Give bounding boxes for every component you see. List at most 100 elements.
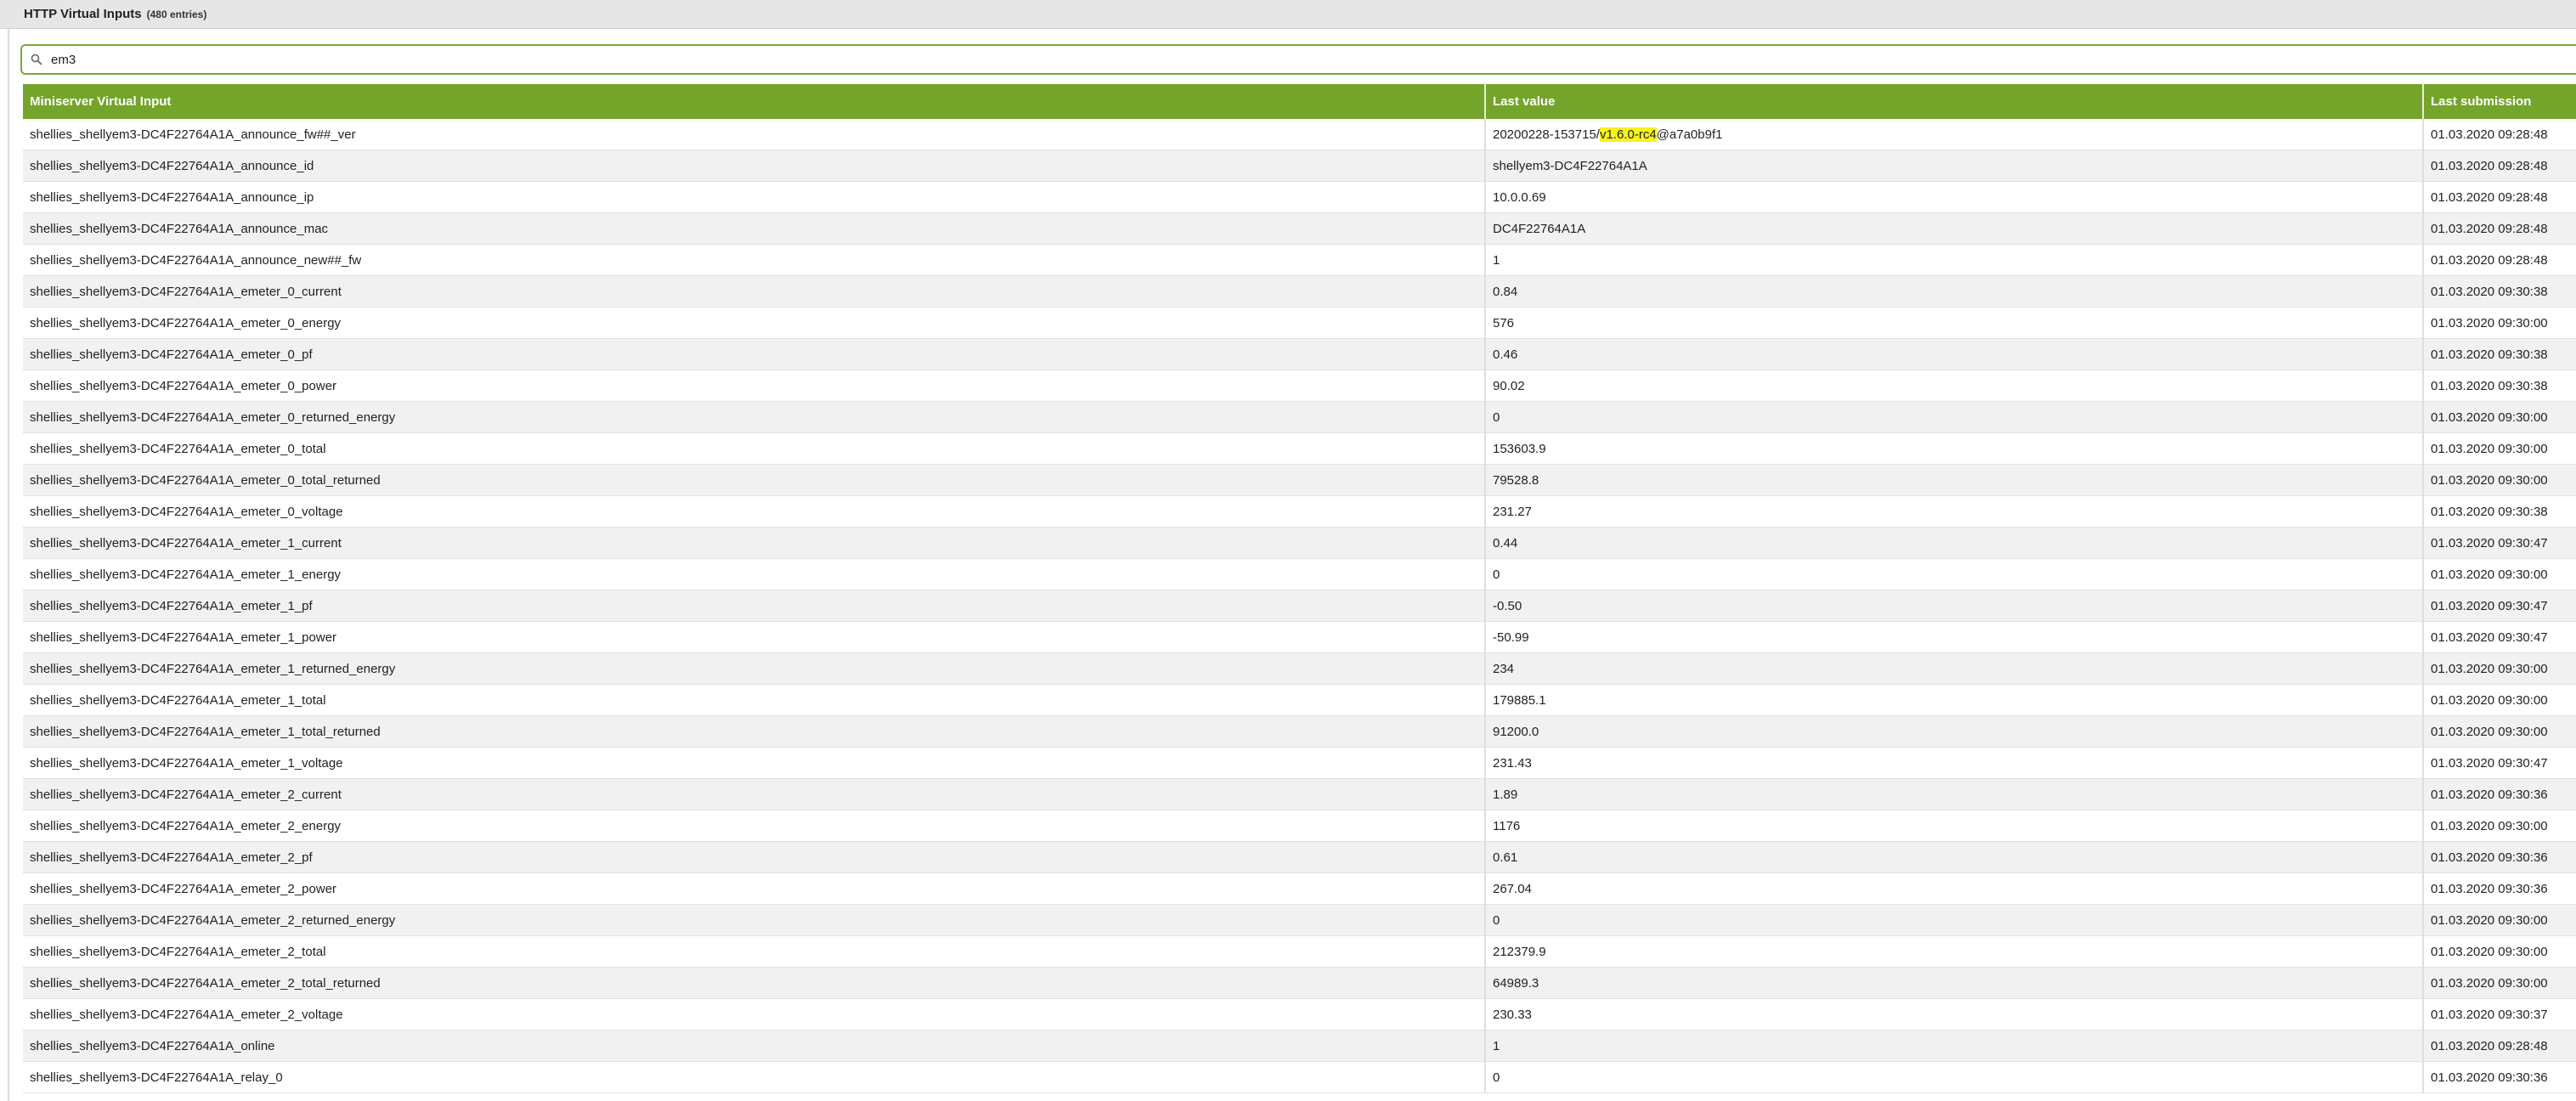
search-icon (27, 50, 46, 69)
cell-last-submission: 01.03.2020 09:28:48 (2423, 212, 2576, 245)
table-row[interactable]: shellies_shellyem3-DC4F22764A1A_emeter_1… (23, 652, 2576, 685)
table-row[interactable]: shellies_shellyem3-DC4F22764A1A_emeter_1… (23, 747, 2576, 779)
table-row[interactable]: shellies_shellyem3-DC4F22764A1A_emeter_2… (23, 778, 2576, 810)
virtual-inputs-table-container[interactable]: Miniserver Virtual Input Last value Last… (23, 84, 2576, 1101)
table-row[interactable]: shellies_shellyem3-DC4F22764A1A_emeter_2… (23, 935, 2576, 968)
cell-last-submission: 01.03.2020 09:30:00 (2423, 810, 2576, 842)
table-row[interactable]: shellies_shellyem3-DC4F22764A1A_emeter_0… (23, 338, 2576, 370)
cell-last-value: 212379.9 (1485, 935, 2424, 968)
search-match-highlight: v1.6.0-rc4 (1599, 127, 1657, 142)
table-row[interactable]: shellies_shellyem3-DC4F22764A1A_announce… (23, 181, 2576, 213)
column-header-last-submission[interactable]: Last submission (2423, 84, 2576, 119)
title-bar: HTTP Virtual Inputs (480 entries) (0, 0, 2576, 29)
cell-last-submission: 01.03.2020 09:30:36 (2423, 872, 2576, 905)
cell-virtual-input-name: shellies_shellyem3-DC4F22764A1A_emeter_0… (23, 401, 1486, 433)
cell-last-value: 79528.8 (1485, 464, 2424, 496)
cell-last-value: 231.27 (1485, 495, 2424, 528)
cell-virtual-input-name: shellies_shellyem3-DC4F22764A1A_emeter_2… (23, 841, 1486, 873)
cell-last-value: DC4F22764A1A (1485, 212, 2424, 245)
cell-last-value: 10.0.0.69 (1485, 181, 2424, 213)
cell-last-value: 231.43 (1485, 747, 2424, 779)
cell-last-value: -50.99 (1485, 621, 2424, 653)
cell-virtual-input-name: shellies_shellyem3-DC4F22764A1A_emeter_2… (23, 904, 1486, 936)
cell-virtual-input-name: shellies_shellyem3-DC4F22764A1A_emeter_1… (23, 652, 1486, 685)
column-header-virtual-input[interactable]: Miniserver Virtual Input (23, 84, 1486, 119)
cell-last-value: 91200.0 (1485, 715, 2424, 748)
table-row[interactable]: shellies_shellyem3-DC4F22764A1A_emeter_2… (23, 841, 2576, 873)
cell-virtual-input-name: shellies_shellyem3-DC4F22764A1A_online (23, 1030, 1486, 1062)
table-row[interactable]: shellies_shellyem3-DC4F22764A1A_announce… (23, 212, 2576, 245)
cell-last-value: 234 (1485, 652, 2424, 685)
cell-virtual-input-name: shellies_shellyem3-DC4F22764A1A_emeter_2… (23, 935, 1486, 968)
table-row[interactable]: shellies_shellyem3-DC4F22764A1A_emeter_0… (23, 307, 2576, 339)
column-header-last-value[interactable]: Last value (1485, 84, 2424, 119)
cell-last-value: 0.61 (1485, 841, 2424, 873)
search-input[interactable] (51, 52, 2515, 67)
cell-virtual-input-name: shellies_shellyem3-DC4F22764A1A_emeter_0… (23, 307, 1486, 339)
cell-last-submission: 01.03.2020 09:30:00 (2423, 652, 2576, 685)
cell-virtual-input-name: shellies_shellyem3-DC4F22764A1A_emeter_2… (23, 810, 1486, 842)
cell-last-value: 0 (1485, 904, 2424, 936)
cell-virtual-input-name: shellies_shellyem3-DC4F22764A1A_announce… (23, 119, 1486, 150)
cell-last-submission: 01.03.2020 09:30:36 (2423, 778, 2576, 810)
table-row[interactable]: shellies_shellyem3-DC4F22764A1A_emeter_0… (23, 401, 2576, 433)
table-row[interactable]: shellies_shellyem3-DC4F22764A1A_emeter_0… (23, 275, 2576, 308)
cell-virtual-input-name: shellies_shellyem3-DC4F22764A1A_emeter_1… (23, 621, 1486, 653)
table-row[interactable]: shellies_shellyem3-DC4F22764A1A_emeter_2… (23, 810, 2576, 842)
entry-count: (480 entries) (146, 8, 207, 20)
cell-last-value: 1.89 (1485, 778, 2424, 810)
cell-last-value: 0.84 (1485, 275, 2424, 308)
cell-virtual-input-name: shellies_shellyem3-DC4F22764A1A_announce… (23, 150, 1486, 182)
cell-virtual-input-name: shellies_shellyem3-DC4F22764A1A_announce… (23, 244, 1486, 276)
table-row[interactable]: shellies_shellyem3-DC4F22764A1A_emeter_1… (23, 715, 2576, 748)
cell-last-value: shellyem3-DC4F22764A1A (1485, 150, 2424, 182)
table-row[interactable]: shellies_shellyem3-DC4F22764A1A_emeter_1… (23, 558, 2576, 590)
cell-last-submission: 01.03.2020 09:30:38 (2423, 275, 2576, 308)
table-row[interactable]: shellies_shellyem3-DC4F22764A1A_emeter_2… (23, 872, 2576, 905)
table-row[interactable]: shellies_shellyem3-DC4F22764A1A_announce… (23, 150, 2576, 182)
table-row[interactable]: shellies_shellyem3-DC4F22764A1A_emeter_0… (23, 464, 2576, 496)
cell-virtual-input-name: shellies_shellyem3-DC4F22764A1A_announce… (23, 181, 1486, 213)
cell-last-value: 0.46 (1485, 338, 2424, 370)
cell-last-submission: 01.03.2020 09:28:48 (2423, 244, 2576, 276)
table-row[interactable]: shellies_shellyem3-DC4F22764A1A_emeter_0… (23, 495, 2576, 528)
cell-last-submission: 01.03.2020 09:30:47 (2423, 747, 2576, 779)
table-row[interactable]: shellies_shellyem3-DC4F22764A1A_emeter_0… (23, 370, 2576, 402)
cell-last-submission: 01.03.2020 09:30:00 (2423, 904, 2576, 936)
cell-virtual-input-name: shellies_shellyem3-DC4F22764A1A_emeter_1… (23, 590, 1486, 622)
cell-last-value: 230.33 (1485, 998, 2424, 1030)
cell-last-value: 267.04 (1485, 872, 2424, 905)
cell-last-submission: 01.03.2020 09:30:38 (2423, 495, 2576, 528)
cell-last-submission: 01.03.2020 09:28:48 (2423, 119, 2576, 150)
table-row[interactable]: shellies_shellyem3-DC4F22764A1A_announce… (23, 244, 2576, 276)
cell-last-value: 179885.1 (1485, 684, 2424, 716)
cell-virtual-input-name: shellies_shellyem3-DC4F22764A1A_emeter_1… (23, 558, 1486, 590)
cell-last-submission: 01.03.2020 09:30:37 (2423, 998, 2576, 1030)
table-row[interactable]: shellies_shellyem3-DC4F22764A1A_relay_0 0… (23, 1061, 2576, 1093)
cell-virtual-input-name: shellies_shellyem3-DC4F22764A1A_emeter_0… (23, 464, 1486, 496)
cell-last-submission: 01.03.2020 09:30:47 (2423, 527, 2576, 559)
table-row[interactable]: shellies_shellyem3-DC4F22764A1A_emeter_1… (23, 684, 2576, 716)
table-row[interactable]: shellies_shellyem3-DC4F22764A1A_online 1 0… (23, 1030, 2576, 1062)
page-title: HTTP Virtual Inputs (24, 7, 142, 21)
table-row[interactable]: shellies_shellyem3-DC4F22764A1A_emeter_1… (23, 527, 2576, 559)
left-divider (8, 29, 9, 1101)
table-row[interactable]: shellies_shellyem3-DC4F22764A1A_emeter_1… (23, 621, 2576, 653)
table-row[interactable]: shellies_shellyem3-DC4F22764A1A_emeter_2… (23, 904, 2576, 936)
cell-last-value: -0.50 (1485, 590, 2424, 622)
cell-last-submission: 01.03.2020 09:30:36 (2423, 841, 2576, 873)
table-row[interactable]: shellies_shellyem3-DC4F22764A1A_announce… (23, 119, 2576, 150)
cell-last-submission: 01.03.2020 09:30:00 (2423, 935, 2576, 968)
cell-last-submission: 01.03.2020 09:30:00 (2423, 967, 2576, 999)
cell-last-value: 90.02 (1485, 370, 2424, 402)
cell-last-submission: 01.03.2020 09:30:00 (2423, 715, 2576, 748)
cell-virtual-input-name: shellies_shellyem3-DC4F22764A1A_announce… (23, 212, 1486, 245)
table-row[interactable]: shellies_shellyem3-DC4F22764A1A_emeter_2… (23, 998, 2576, 1030)
cell-last-submission: 01.03.2020 09:30:00 (2423, 684, 2576, 716)
table-header-row: Miniserver Virtual Input Last value Last… (23, 84, 2576, 119)
table-row[interactable]: shellies_shellyem3-DC4F22764A1A_emeter_1… (23, 590, 2576, 622)
table-row[interactable]: shellies_shellyem3-DC4F22764A1A_emeter_0… (23, 432, 2576, 465)
table-row[interactable]: shellies_shellyem3-DC4F22764A1A_emeter_2… (23, 967, 2576, 999)
cell-last-submission: 01.03.2020 09:30:36 (2423, 1061, 2576, 1093)
search-box[interactable] (20, 44, 2576, 75)
